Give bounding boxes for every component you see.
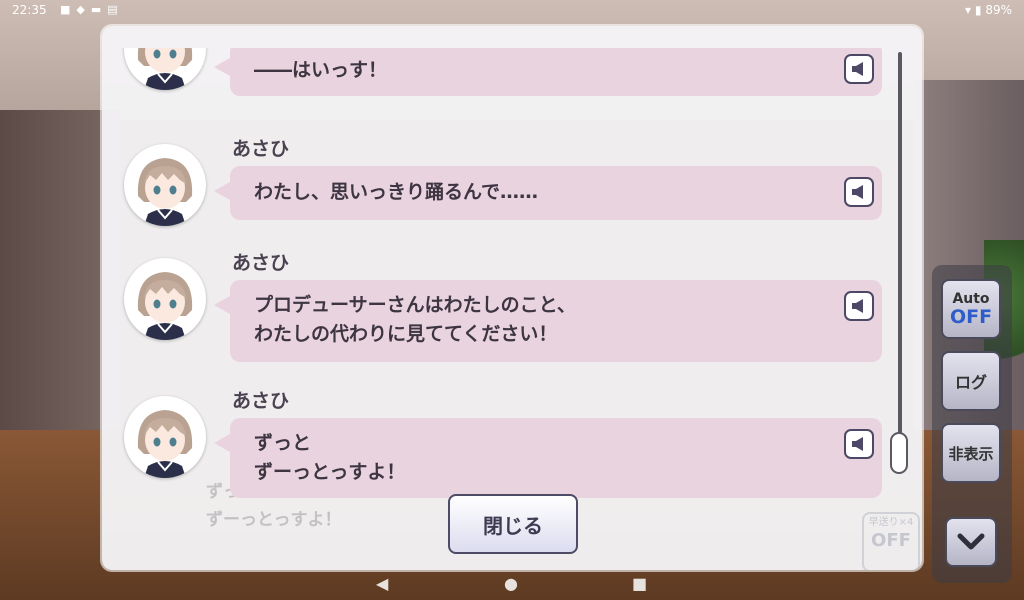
speaker-name: あさひ: [232, 252, 290, 274]
close-button[interactable]: 閉じる: [448, 494, 578, 554]
character-portrait: [137, 410, 193, 478]
chevron-down-icon: [957, 533, 985, 550]
home-icon[interactable]: ●: [504, 574, 518, 593]
message-text: ずっと ずーっとっすよ！: [254, 432, 406, 483]
speaker-icon: [852, 437, 863, 451]
battery-level: 89%: [985, 3, 1012, 17]
scroll-down-button[interactable]: [945, 517, 997, 567]
speaker-name: あさひ: [232, 138, 290, 160]
message-bubble: ずっと ずーっとっすよ！: [214, 418, 882, 498]
avatar: [124, 396, 206, 478]
voice-replay-button[interactable]: [844, 429, 874, 459]
scrollbar-track[interactable]: [898, 52, 902, 472]
avatar: [124, 258, 206, 340]
speaker-name: あさひ: [232, 390, 290, 412]
log-button[interactable]: ログ: [941, 351, 1001, 411]
message-text: わたし、思いっきり踊るんで……: [254, 181, 539, 203]
battery-icon: ▮: [974, 3, 982, 17]
fast-forward-state: OFF: [871, 530, 911, 551]
speaker-icon: [852, 185, 863, 199]
avatar: [124, 144, 206, 226]
status-right: ▾ ▮ 89%: [965, 3, 1012, 17]
speaker-icon: [852, 299, 863, 313]
auto-button[interactable]: Auto OFF: [941, 279, 1001, 339]
fast-forward-label: 早送り×4: [868, 517, 914, 528]
character-portrait: [137, 158, 193, 226]
recents-icon[interactable]: ■: [632, 574, 647, 593]
log-panel: ずっと ずーっとっすよ！ 早送り×4 OFF ――はいっす！: [102, 26, 922, 570]
character-portrait: [137, 48, 193, 90]
message-text: プロデューサーさんはわたしのこと、 わたしの代わりに見ててください！: [254, 294, 576, 345]
system-nav-bar: ◀ ● ■: [0, 568, 1024, 600]
status-bar: 22:35 ■◆▬▤ ▾ ▮ 89%: [0, 0, 1024, 22]
hide-button[interactable]: 非表示: [941, 423, 1001, 483]
message-text: ――はいっす！: [254, 59, 388, 81]
back-icon[interactable]: ◀: [376, 574, 388, 593]
message-bubble: わたし、思いっきり踊るんで……: [214, 166, 882, 220]
status-time: 22:35: [12, 3, 47, 17]
log-scroll-area[interactable]: ――はいっす！ あさひ わたし、思いっきり踊るんで…… あさひ プロデューサーさ…: [102, 48, 902, 503]
fast-forward-badge: 早送り×4 OFF: [862, 512, 920, 570]
speaker-icon: [852, 62, 863, 76]
notification-icons: ■◆▬▤: [60, 3, 124, 16]
wifi-icon: ▾: [965, 3, 972, 17]
auto-state: OFF: [949, 306, 993, 328]
voice-replay-button[interactable]: [844, 291, 874, 321]
message-bubble: プロデューサーさんはわたしのこと、 わたしの代わりに見ててください！: [214, 280, 882, 362]
character-portrait: [137, 272, 193, 340]
message-bubble: ――はいっす！: [214, 48, 882, 96]
voice-replay-button[interactable]: [844, 177, 874, 207]
auto-label: Auto: [952, 291, 990, 307]
voice-replay-button[interactable]: [844, 54, 874, 84]
avatar: [124, 48, 206, 90]
scrollbar-thumb[interactable]: [890, 432, 908, 474]
side-controls: Auto OFF ログ 非表示: [932, 265, 1012, 583]
